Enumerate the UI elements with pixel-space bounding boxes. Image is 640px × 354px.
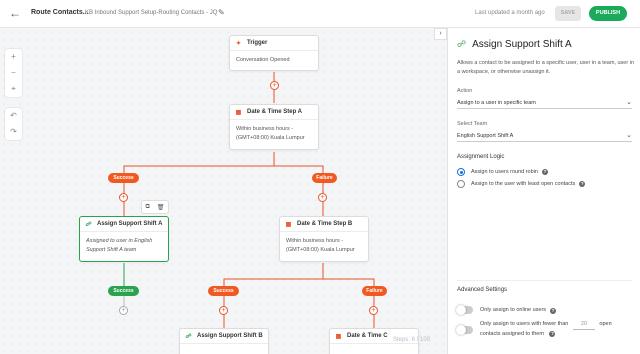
action-select[interactable]: Assign to a user in specific team ⌄ bbox=[457, 97, 632, 109]
assign-user-icon: ☍ bbox=[457, 39, 467, 49]
add-step-plus-icon[interactable]: + bbox=[369, 306, 378, 315]
steps-counter: Steps: 6 / 100 bbox=[393, 337, 431, 343]
fit-view-icon[interactable]: ⌖ bbox=[5, 81, 22, 97]
zoom-in-icon[interactable]: + bbox=[5, 49, 22, 65]
assignment-logic-label: Assignment Logic bbox=[457, 154, 505, 160]
calendar-icon: ▦ bbox=[285, 221, 292, 228]
redo-icon[interactable]: ↷ bbox=[5, 124, 22, 140]
workflow-title: Route Contacts... bbox=[31, 9, 89, 16]
radio-selected[interactable] bbox=[457, 168, 465, 176]
chevron-down-icon: ⌄ bbox=[626, 99, 632, 106]
success-branch-label: Success bbox=[108, 286, 139, 296]
trigger-node-title: Trigger bbox=[247, 40, 268, 46]
save-button[interactable]: SAVE bbox=[555, 6, 581, 21]
add-step-plus-icon[interactable]: + bbox=[318, 193, 327, 202]
team-select-value: English Support Shift A bbox=[457, 133, 514, 139]
date-a-body-line2: (GMT+08:00) Kuala Lumpur bbox=[236, 135, 305, 141]
radio-unselected[interactable] bbox=[457, 180, 465, 188]
add-step-plus-icon[interactable]: + bbox=[119, 193, 128, 202]
round-robin-label: Assign to users round robin bbox=[471, 169, 538, 175]
assign-shift-a-node[interactable]: ☍ Assign Support Shift A Assigned to user… bbox=[79, 216, 169, 262]
date-a-body-line1: Within business hours - bbox=[236, 126, 294, 132]
action-select-value: Assign to a user in specific team bbox=[457, 100, 536, 106]
last-updated-text: Last updated a month ago bbox=[475, 9, 545, 16]
info-icon: ? bbox=[550, 307, 557, 314]
advanced-settings-label: Advanced Settings bbox=[457, 287, 508, 293]
assign-b-title: Assign Support Shift B bbox=[197, 333, 263, 339]
date-c-title: Date & Time C bbox=[347, 333, 388, 339]
date-time-step-b-node[interactable]: ▦ Date & Time Step B Within business hour… bbox=[279, 216, 369, 262]
add-step-plus-icon[interactable]: + bbox=[219, 306, 228, 315]
undo-icon[interactable]: ↶ bbox=[5, 108, 22, 124]
trigger-node[interactable]: ✦ Trigger Conversation Opened bbox=[229, 35, 319, 71]
team-label: Select Team bbox=[457, 121, 488, 127]
date-b-body-line1: Within business hours - bbox=[286, 238, 344, 244]
action-label: Action bbox=[457, 88, 473, 94]
least-open-option[interactable]: Assign to the user with least open conta… bbox=[457, 180, 586, 188]
online-only-toggle[interactable] bbox=[456, 305, 473, 315]
lightning-icon: ✦ bbox=[235, 40, 242, 47]
workflow-subtitle: KB Inbound Support Setup-Routing Contact… bbox=[85, 9, 218, 16]
least-open-label: Assign to the user with least open conta… bbox=[471, 181, 576, 187]
assign-user-icon: ☍ bbox=[185, 333, 192, 340]
panel-title: ☍ Assign Support Shift A bbox=[457, 39, 572, 50]
copy-icon[interactable]: ⧉ bbox=[146, 204, 150, 211]
panel-description: Allows a contact to be assigned to a spe… bbox=[457, 60, 635, 75]
top-bar: ← Route Contacts... KB Inbound Support S… bbox=[0, 0, 640, 28]
online-only-setting: Only assign to online users ? bbox=[456, 305, 557, 315]
calendar-icon: ▦ bbox=[335, 333, 342, 340]
date-time-step-a-node[interactable]: ▦ Date & Time Step A Within business hour… bbox=[229, 104, 319, 150]
trigger-node-body: Conversation Opened bbox=[236, 57, 290, 63]
history-tools: ↶ ↷ bbox=[5, 108, 22, 140]
trash-icon[interactable]: 🗑 bbox=[157, 204, 165, 211]
failure-branch-label: Failure bbox=[362, 286, 387, 296]
info-icon: ? bbox=[541, 169, 548, 175]
round-robin-option[interactable]: Assign to users round robin ? bbox=[457, 168, 548, 176]
fewer-contacts-label-b: open bbox=[599, 321, 612, 327]
assign-shift-b-node[interactable]: ☍ Assign Support Shift B bbox=[179, 328, 269, 354]
assign-a-body-line1: Assigned to user in English bbox=[86, 238, 153, 244]
node-actions: ⧉ 🗑 bbox=[141, 200, 169, 214]
failure-branch-label: Failure bbox=[312, 173, 337, 183]
date-b-body-line2: (GMT+08:00) Kuala Lumpur bbox=[286, 247, 355, 253]
fewer-contacts-label-a: Only assign to users with fewer than bbox=[480, 321, 569, 327]
collapse-panel-icon[interactable]: › bbox=[434, 28, 447, 40]
publish-button[interactable]: PUBLISH bbox=[589, 6, 627, 21]
assign-a-title: Assign Support Shift A bbox=[97, 221, 163, 227]
success-branch-label: Success bbox=[208, 286, 239, 296]
zoom-out-icon[interactable]: − bbox=[5, 65, 22, 81]
assign-user-icon: ☍ bbox=[85, 221, 92, 228]
fewer-contacts-toggle[interactable] bbox=[456, 325, 473, 335]
add-step-plus-icon[interactable]: + bbox=[270, 81, 279, 90]
date-b-title: Date & Time Step B bbox=[297, 221, 353, 227]
zoom-tools: + − ⌖ bbox=[5, 49, 22, 97]
chevron-down-icon: ⌄ bbox=[626, 132, 632, 139]
team-select[interactable]: English Support Shift A ⌄ bbox=[457, 130, 632, 142]
add-step-plus-icon[interactable]: + bbox=[119, 306, 128, 315]
info-icon: ? bbox=[549, 331, 556, 337]
assign-a-body-line2: Support Shift A team bbox=[86, 247, 137, 253]
date-a-title: Date & Time Step A bbox=[247, 109, 303, 115]
back-arrow-icon[interactable]: ← bbox=[8, 6, 22, 20]
max-contacts-input[interactable]: 20 bbox=[572, 320, 595, 330]
divider bbox=[457, 280, 632, 281]
info-icon: ? bbox=[579, 181, 586, 187]
properties-panel: ☍ Assign Support Shift A Allows a contac… bbox=[447, 28, 640, 354]
panel-title-text: Assign Support Shift A bbox=[472, 39, 572, 50]
success-branch-label: Success bbox=[108, 173, 139, 183]
online-only-label: Only assign to online users bbox=[480, 307, 547, 313]
fewer-contacts-label-c: contacts assigned to them bbox=[480, 331, 544, 337]
fewer-contacts-setting: Only assign to users with fewer than 20 … bbox=[456, 320, 612, 339]
calendar-icon: ▦ bbox=[235, 109, 242, 116]
pencil-icon[interactable]: ✎ bbox=[218, 8, 225, 17]
